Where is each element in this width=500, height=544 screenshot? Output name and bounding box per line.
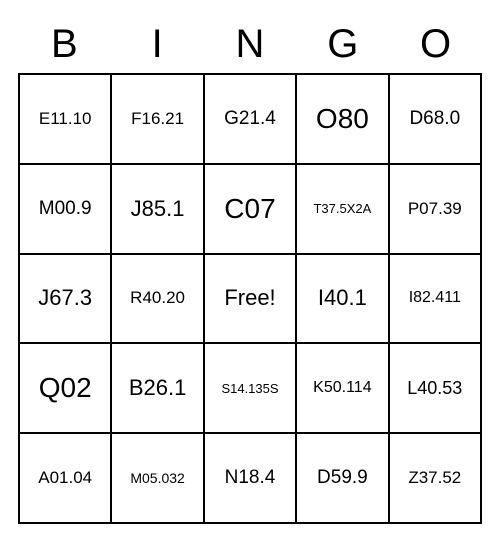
header-i: I: [111, 15, 204, 73]
bingo-header-row: B I N G O: [18, 15, 482, 73]
bingo-cell[interactable]: I40.1: [296, 254, 388, 344]
header-o: O: [389, 15, 482, 73]
bingo-cell[interactable]: I82.411: [389, 254, 481, 344]
bingo-cell[interactable]: L40.53: [389, 343, 481, 433]
bingo-cell[interactable]: J85.1: [111, 164, 203, 254]
bingo-cell[interactable]: F16.21: [111, 74, 203, 164]
header-b: B: [18, 15, 111, 73]
bingo-cell[interactable]: Q02: [19, 343, 111, 433]
bingo-cell[interactable]: T37.5X2A: [296, 164, 388, 254]
bingo-cell[interactable]: R40.20: [111, 254, 203, 344]
bingo-cell[interactable]: S14.135S: [204, 343, 296, 433]
bingo-cell[interactable]: G21.4: [204, 74, 296, 164]
bingo-cell[interactable]: C07: [204, 164, 296, 254]
bingo-cell[interactable]: M00.9: [19, 164, 111, 254]
bingo-cell[interactable]: K50.114: [296, 343, 388, 433]
bingo-cell[interactable]: D59.9: [296, 433, 388, 523]
bingo-cell[interactable]: J67.3: [19, 254, 111, 344]
bingo-cell[interactable]: A01.04: [19, 433, 111, 523]
bingo-free-cell[interactable]: Free!: [204, 254, 296, 344]
header-n: N: [204, 15, 297, 73]
bingo-cell[interactable]: D68.0: [389, 74, 481, 164]
bingo-cell[interactable]: N18.4: [204, 433, 296, 523]
bingo-grid: E11.10 F16.21 G21.4 O80 D68.0 M00.9 J85.…: [18, 73, 482, 524]
bingo-cell[interactable]: M05.032: [111, 433, 203, 523]
bingo-cell[interactable]: O80: [296, 74, 388, 164]
bingo-cell[interactable]: Z37.52: [389, 433, 481, 523]
bingo-cell[interactable]: E11.10: [19, 74, 111, 164]
bingo-cell[interactable]: B26.1: [111, 343, 203, 433]
bingo-card: B I N G O E11.10 F16.21 G21.4 O80 D68.0 …: [18, 15, 482, 524]
header-g: G: [296, 15, 389, 73]
bingo-cell[interactable]: P07.39: [389, 164, 481, 254]
